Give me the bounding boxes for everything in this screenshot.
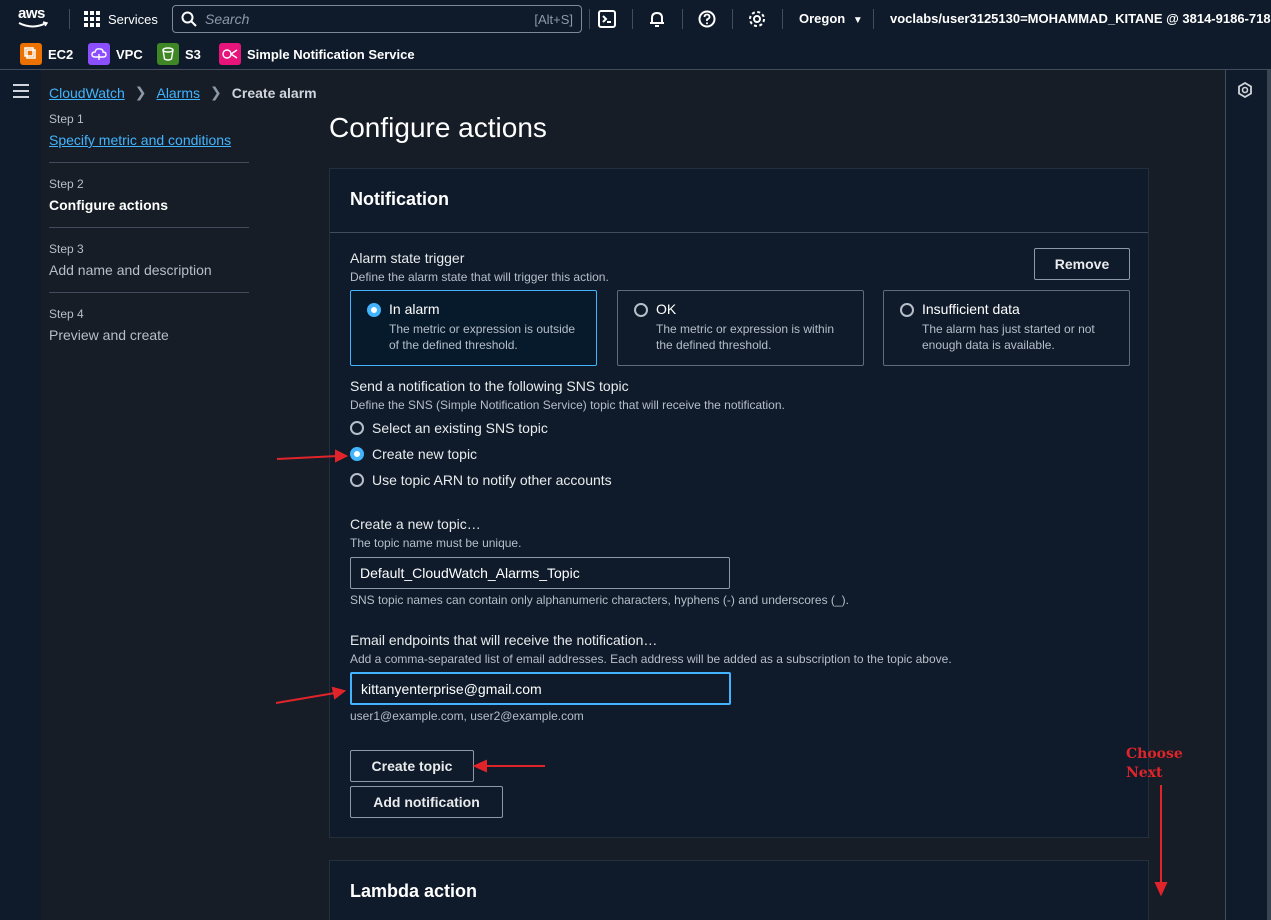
arrow-head: [472, 759, 487, 773]
arrow-head: [1154, 882, 1168, 897]
arrow-line: [276, 455, 339, 460]
annotation-text-choose: Choose: [1126, 746, 1183, 762]
annotation-text-next: Next: [1126, 765, 1163, 781]
annotation-overlay: [275, 449, 1168, 897]
arrow-head: [335, 449, 349, 463]
arrow-head: [331, 686, 347, 700]
arrow-line: [275, 692, 336, 704]
